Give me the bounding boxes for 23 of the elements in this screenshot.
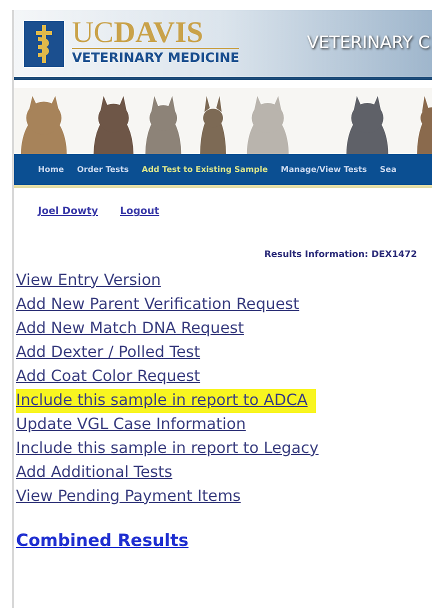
results-info: Results Information: DEX1472 — [264, 249, 417, 262]
action-link[interactable]: Add New Match DNA Request — [16, 316, 244, 340]
logo-wordmark: UCDAVIS — [72, 18, 240, 50]
action-link[interactable]: Add Dexter / Polled Test — [16, 340, 200, 364]
action-link[interactable]: Include this sample in report to ADCA — [16, 388, 308, 412]
nav-link[interactable]: Home — [38, 164, 64, 176]
section-heading[interactable]: Combined Results — [16, 530, 188, 550]
action-link[interactable]: Add New Parent Verification Request — [16, 292, 300, 316]
action-link[interactable]: Add Coat Color Request — [16, 364, 200, 388]
nav-link[interactable]: Manage/View Tests — [280, 164, 367, 176]
action-link[interactable]: View Pending Payment Items — [16, 484, 241, 508]
nav-link[interactable]: Order Tests — [76, 164, 129, 176]
user-link[interactable]: Joel Dowty — [38, 204, 98, 219]
action-link[interactable]: Add Additional Tests — [16, 460, 172, 484]
action-link[interactable]: View Entry Version — [16, 268, 161, 292]
user-link[interactable]: Logout — [120, 204, 160, 219]
site-title: VETERINARY C — [306, 32, 430, 55]
logo-subtitle: VETERINARY MEDICINE — [72, 50, 240, 68]
action-link[interactable]: Update VGL Case Information — [16, 412, 246, 436]
nav-link[interactable]: Sea — [380, 164, 396, 176]
nav-link[interactable]: Add Test to Existing Sample — [142, 164, 268, 176]
action-link[interactable]: Include this sample in report to Legacy — [16, 436, 319, 460]
caduceus-shield-icon — [24, 20, 64, 66]
